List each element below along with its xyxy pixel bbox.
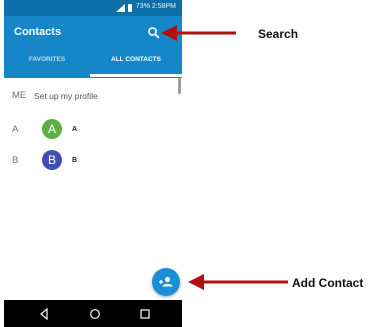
- search-arrow-head: [161, 25, 177, 41]
- add-arrow-head: [188, 274, 204, 290]
- add-contact-callout-label: Add Contact: [292, 276, 364, 290]
- search-callout-label: Search: [258, 27, 299, 41]
